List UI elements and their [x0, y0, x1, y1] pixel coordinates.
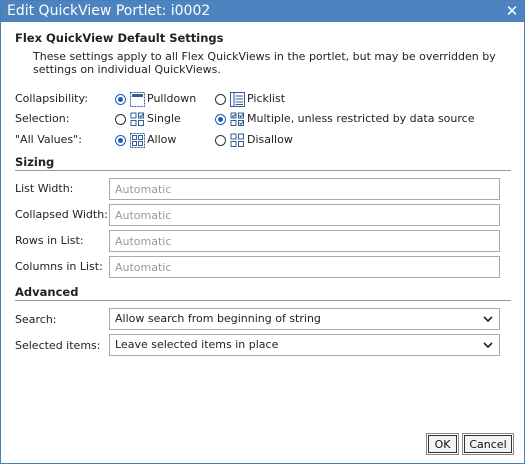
disallow-radio[interactable] — [215, 134, 226, 146]
selection-multiple-option[interactable]: Multiple, unless restricted by data sour… — [215, 110, 474, 128]
allow-all-icon — [130, 132, 145, 148]
pulldown-icon — [130, 91, 145, 107]
search-select-value: Allow search from beginning of string — [115, 312, 321, 325]
columns-in-list-label: Columns in List: — [15, 260, 103, 273]
list-width-input[interactable] — [109, 178, 500, 200]
pulldown-radio[interactable] — [115, 93, 126, 105]
rows-in-list-input[interactable] — [109, 230, 500, 252]
selection-label: Selection: — [15, 112, 70, 125]
dialog-title: Edit QuickView Portlet: i0002 — [7, 3, 211, 19]
all-values-allow-option[interactable]: Allow — [115, 131, 176, 149]
selection-single-option[interactable]: Single — [115, 110, 181, 128]
chevron-down-icon — [483, 316, 493, 323]
ok-button[interactable]: OK — [426, 433, 459, 455]
sizing-heading: Sizing — [15, 155, 511, 171]
selection-row: Selection: Single Multiple, unless restr… — [15, 110, 515, 128]
collapsibility-row: Collapsibility: Pulldown Picklist — [15, 90, 515, 108]
single-radio[interactable] — [115, 113, 126, 125]
collapsibility-pulldown-option[interactable]: Pulldown — [115, 90, 196, 108]
disallow-label: Disallow — [247, 133, 293, 146]
dialog-titlebar[interactable]: Edit QuickView Portlet: i0002 ✕ — [1, 1, 524, 22]
disallow-all-icon — [230, 133, 244, 147]
rows-in-list-label: Rows in List: — [15, 234, 84, 247]
all-values-disallow-option[interactable]: Disallow — [215, 131, 293, 149]
search-select[interactable]: Allow search from beginning of string — [109, 308, 500, 330]
allow-label: Allow — [147, 133, 177, 146]
single-select-icon — [130, 112, 144, 126]
dialog-content: Flex QuickView Default Settings These se… — [1, 22, 524, 76]
collapsed-width-input[interactable] — [109, 204, 500, 226]
picklist-icon — [230, 91, 245, 107]
single-label: Single — [147, 112, 181, 125]
search-label: Search: — [15, 313, 57, 326]
defaults-note: These settings apply to all Flex QuickVi… — [33, 50, 496, 76]
picklist-radio[interactable] — [215, 93, 226, 105]
edit-quickview-dialog: Edit QuickView Portlet: i0002 ✕ Flex Qui… — [0, 0, 525, 464]
collapsed-width-label: Collapsed Width: — [15, 208, 108, 221]
defaults-heading: Flex QuickView Default Settings — [15, 31, 224, 45]
list-width-label: List Width: — [15, 182, 74, 195]
pulldown-label: Pulldown — [147, 92, 197, 105]
multiple-radio[interactable] — [215, 113, 226, 125]
all-values-row: "All Values": Allow Disallow — [15, 131, 515, 149]
columns-in-list-input[interactable] — [109, 256, 500, 278]
selected-items-select[interactable]: Leave selected items in place — [109, 334, 500, 356]
multiple-label: Multiple, unless restricted by data sour… — [247, 112, 475, 125]
chevron-down-icon — [483, 342, 493, 349]
all-values-label: "All Values": — [15, 133, 82, 146]
collapsibility-label: Collapsibility: — [15, 92, 88, 105]
cancel-button[interactable]: Cancel — [462, 433, 514, 455]
selected-items-select-value: Leave selected items in place — [115, 338, 279, 351]
advanced-heading: Advanced — [15, 285, 511, 301]
close-icon[interactable]: ✕ — [505, 1, 519, 22]
picklist-label: Picklist — [247, 92, 286, 105]
collapsibility-picklist-option[interactable]: Picklist — [215, 90, 285, 108]
selected-items-label: Selected items: — [15, 339, 101, 352]
allow-radio[interactable] — [115, 134, 126, 146]
multi-select-icon — [230, 112, 244, 126]
